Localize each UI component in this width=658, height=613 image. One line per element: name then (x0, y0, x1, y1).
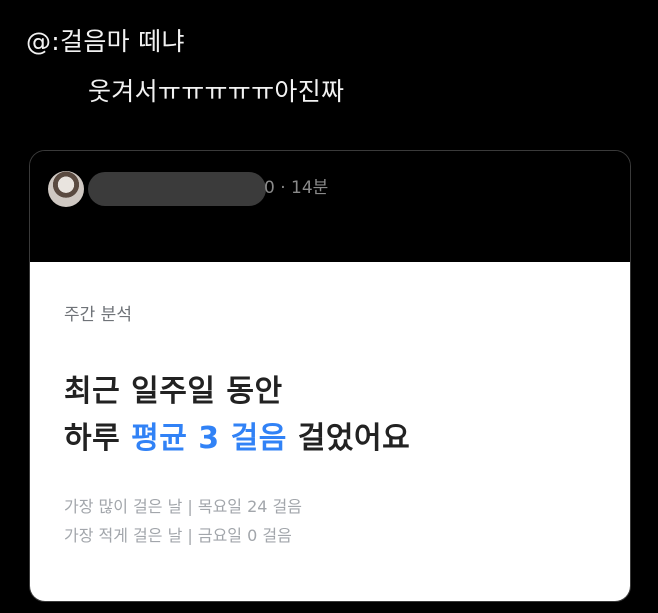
stat-most-steps: 가장 많이 걸은 날 | 목요일 24 걸음 (64, 497, 302, 516)
tweet-text: @:걸음마 떼냐 웃겨서ㅠㅠㅠㅠㅠ아진짜 (26, 22, 344, 112)
quoted-post[interactable]: 0 · 14분 주간 분석 최근 일주일 동안 하루 평균 3 걸음 걸었어요 … (29, 150, 631, 602)
tweet-line-2: 웃겨서ㅠㅠㅠㅠㅠ아진짜 (88, 77, 345, 106)
post-timestamp: 0 · 14분 (264, 178, 329, 198)
quoted-post-header: 0 · 14분 (30, 151, 630, 262)
avatar[interactable] (48, 171, 84, 207)
redacted-username (88, 172, 266, 206)
headline-highlight: 평균 3 걸음 (131, 421, 287, 456)
card-stats: 가장 많이 걸은 날 | 목요일 24 걸음 가장 적게 걸은 날 | 금요일 … (64, 492, 302, 550)
headline-line-1: 최근 일주일 동안 (64, 374, 283, 409)
headline-line-2: 하루 평균 3 걸음 걸었어요 (64, 415, 410, 462)
weekly-analysis-card: 주간 분석 최근 일주일 동안 하루 평균 3 걸음 걸었어요 가장 많이 걸은… (30, 262, 630, 601)
stat-least-steps: 가장 적게 걸은 날 | 금요일 0 걸음 (64, 526, 292, 545)
card-headline: 최근 일주일 동안 하루 평균 3 걸음 걸었어요 (64, 368, 410, 462)
card-label: 주간 분석 (64, 305, 132, 325)
headline-suffix: 걸었어요 (286, 421, 411, 456)
headline-prefix: 하루 (64, 421, 132, 456)
tweet-line-1: @:걸음마 떼냐 (26, 27, 185, 56)
